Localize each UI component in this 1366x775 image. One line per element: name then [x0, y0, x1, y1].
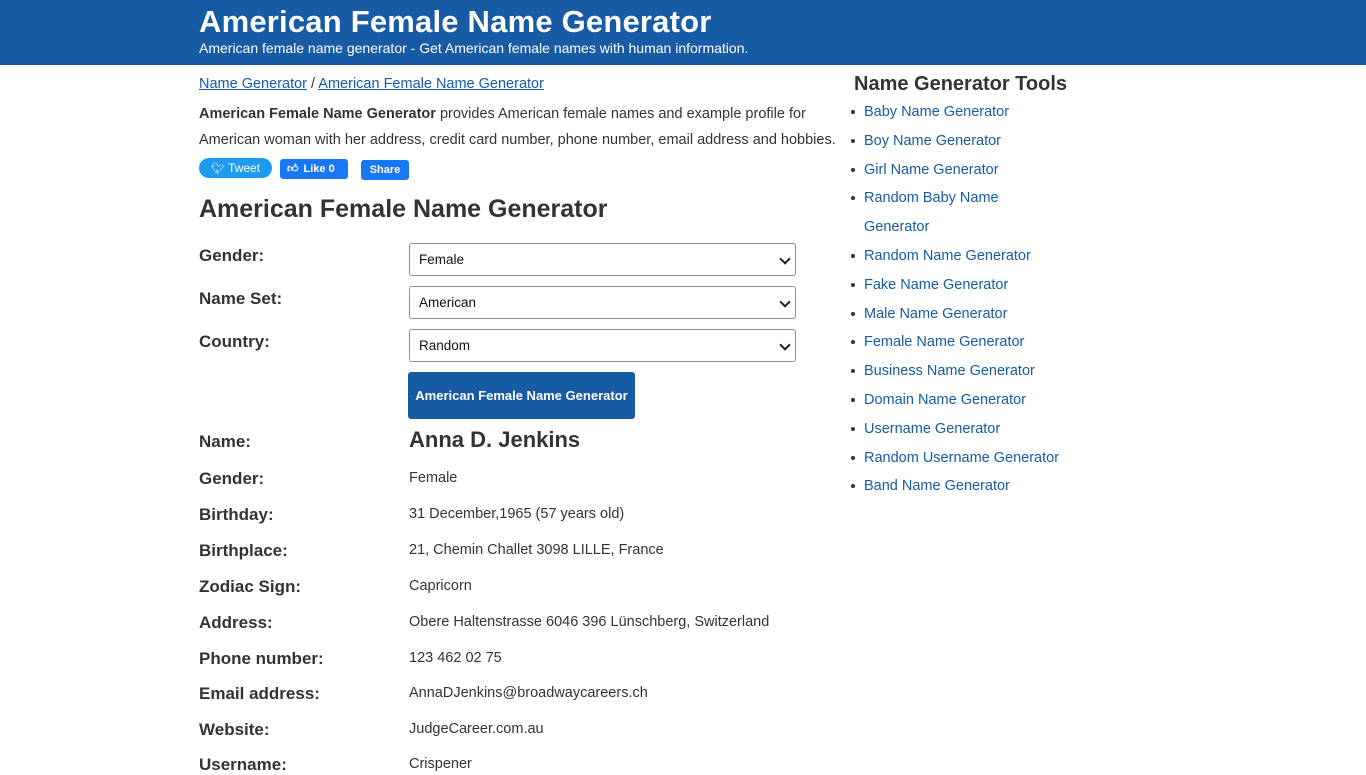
intro-bold: American Female Name Generator — [199, 106, 436, 122]
thumbs-up-icon: 👍︎ — [287, 163, 299, 175]
result-name-label: Name: — [199, 432, 251, 451]
sidebar-item-random-name[interactable]: Random Name Generator — [851, 242, 1084, 271]
sidebar-item-random-baby-name[interactable]: Random Baby Name Generator — [851, 184, 1014, 242]
breadcrumb-separator: / — [307, 76, 319, 92]
sidebar-item-username[interactable]: Username Generator — [851, 415, 1084, 444]
result-value-email: AnnaDJenkins@broadwaycareers.ch — [409, 685, 648, 701]
nameset-select-value: American — [419, 295, 477, 310]
sidebar-item-business-name[interactable]: Business Name Generator — [851, 357, 1084, 386]
gender-label: Gender: — [199, 246, 265, 265]
tweet-label: Tweet — [228, 161, 261, 175]
breadcrumb-home-link[interactable]: Name Generator — [199, 76, 307, 92]
gender-select[interactable]: Female — [409, 243, 796, 276]
sidebar-item-domain-name[interactable]: Domain Name Generator — [851, 386, 1084, 415]
sidebar-item-band-name[interactable]: Band Name Generator — [851, 472, 1084, 501]
sidebar-item-male-name[interactable]: Male Name Generator — [851, 300, 1084, 329]
site-subtitle: American female name generator - Get Ame… — [199, 40, 749, 56]
result-value-address: Obere Haltenstrasse 6046 396 Lünschberg,… — [409, 614, 770, 630]
intro-text: American Female Name Generator provides … — [199, 101, 839, 153]
twitter-bird-icon: 🐦︎ — [210, 163, 225, 175]
result-value-birthday: 31 December,1965 (57 years old) — [409, 506, 625, 522]
country-label: Country: — [199, 332, 270, 351]
nameset-select[interactable]: American — [409, 286, 796, 319]
breadcrumb: Name Generator / American Female Name Ge… — [199, 75, 544, 93]
breadcrumb-current-link[interactable]: American Female Name Generator — [318, 76, 544, 92]
result-label-address: Address: — [199, 613, 273, 632]
sidebar-title: Name Generator Tools — [854, 73, 1068, 95]
facebook-like-button[interactable]: 👍︎ Like 0 — [280, 159, 348, 179]
result-value-phone: 123 462 02 75 — [409, 650, 502, 666]
like-label: Like 0 — [303, 163, 335, 175]
result-value-website: JudgeCareer.com.au — [409, 721, 544, 737]
result-value-zodiac: Capricorn — [409, 578, 472, 594]
result-value-gender: Female — [409, 470, 458, 486]
site-title[interactable]: American Female Name Generator — [199, 4, 712, 40]
sidebar-item-baby-name[interactable]: Baby Name Generator — [851, 98, 1084, 127]
result-label-gender: Gender: — [199, 469, 265, 488]
site-header: American Female Name Generator American … — [0, 0, 1366, 65]
result-label-email: Email address: — [199, 684, 320, 703]
sidebar-item-girl-name[interactable]: Girl Name Generator — [851, 156, 1084, 185]
chevron-down-icon — [779, 339, 791, 351]
result-value-username: Crispener — [409, 756, 472, 772]
tweet-button[interactable]: 🐦︎ Tweet — [199, 158, 272, 178]
result-value-birthplace: 21, Chemin Challet 3098 LILLE, France — [409, 542, 664, 558]
result-label-username: Username: — [199, 755, 287, 774]
sidebar-item-fake-name[interactable]: Fake Name Generator — [851, 271, 1084, 300]
country-select-value: Random — [419, 338, 471, 353]
gender-select-value: Female — [419, 252, 465, 267]
generate-button[interactable]: American Female Name Generator — [408, 372, 635, 419]
sidebar-item-random-username[interactable]: Random Username Generator — [851, 444, 1084, 473]
generator-title: American Female Name Generator — [199, 195, 608, 223]
country-select[interactable]: Random — [409, 329, 796, 362]
result-label-birthplace: Birthplace: — [199, 541, 288, 560]
result-label-website: Website: — [199, 720, 270, 739]
chevron-down-icon — [779, 253, 791, 265]
result-name: Anna D. Jenkins — [409, 427, 581, 452]
sidebar-item-female-name[interactable]: Female Name Generator — [851, 328, 1084, 357]
result-label-zodiac: Zodiac Sign: — [199, 577, 301, 596]
chevron-down-icon — [779, 296, 791, 308]
sidebar-tools-list: Baby Name Generator Boy Name Generator G… — [851, 98, 1084, 501]
nameset-label: Name Set: — [199, 289, 283, 308]
sidebar-item-boy-name[interactable]: Boy Name Generator — [851, 127, 1084, 156]
facebook-share-button[interactable]: Share — [361, 160, 409, 180]
result-label-birthday: Birthday: — [199, 505, 274, 524]
result-label-phone: Phone number: — [199, 649, 324, 668]
